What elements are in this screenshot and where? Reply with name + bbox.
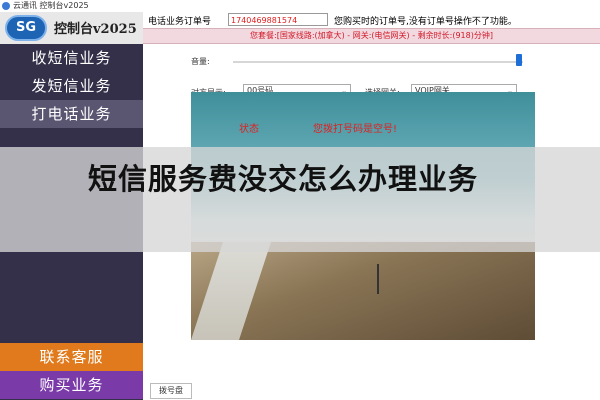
tab-dialpad[interactable]: 拨号盘 [150,383,192,399]
package-info: 您套餐:[国家线路:(加拿大) - 网关:(电信网关) - 剩余时长:(918)… [143,28,600,44]
call-status-message: 您拨打号码是空号! [313,124,398,135]
background-post [377,264,379,294]
window-title: 云通讯 控制台v2025 [13,1,89,10]
order-label: 电话业务订单号 [148,17,212,27]
logo-badge: SG [5,15,47,41]
contact-support-button[interactable]: 联系客服 [0,343,143,371]
sidebar-item-send-sms[interactable]: 发短信业务 [0,72,143,100]
volume-label: 音量: [191,57,210,66]
logo: SG 控制台v2025 [0,12,143,44]
sidebar-item-receive-sms[interactable]: 收短信业务 [0,44,143,72]
logo-text: 控制台v2025 [54,22,137,37]
order-row: 电话业务订单号 1740469881574 您购买时的订单号,没有订单号操作不了… [143,12,600,28]
overlay-title: 短信服务费没交怎么办理业务 [88,162,479,196]
sidebar-item-phone-call[interactable]: 打电话业务 [0,100,143,128]
order-hint: 您购买时的订单号,没有订单号操作不了功能。 [334,17,517,27]
volume-slider-track[interactable] [233,61,523,63]
call-status-label: 状态 [239,124,259,135]
overlay-banner: 短信服务费没交怎么办理业务 [0,147,600,252]
buy-service-button[interactable]: 购买业务 [0,371,143,399]
order-input[interactable]: 1740469881574 [228,13,328,26]
volume-slider-thumb[interactable] [516,54,522,66]
app-icon [2,2,10,10]
